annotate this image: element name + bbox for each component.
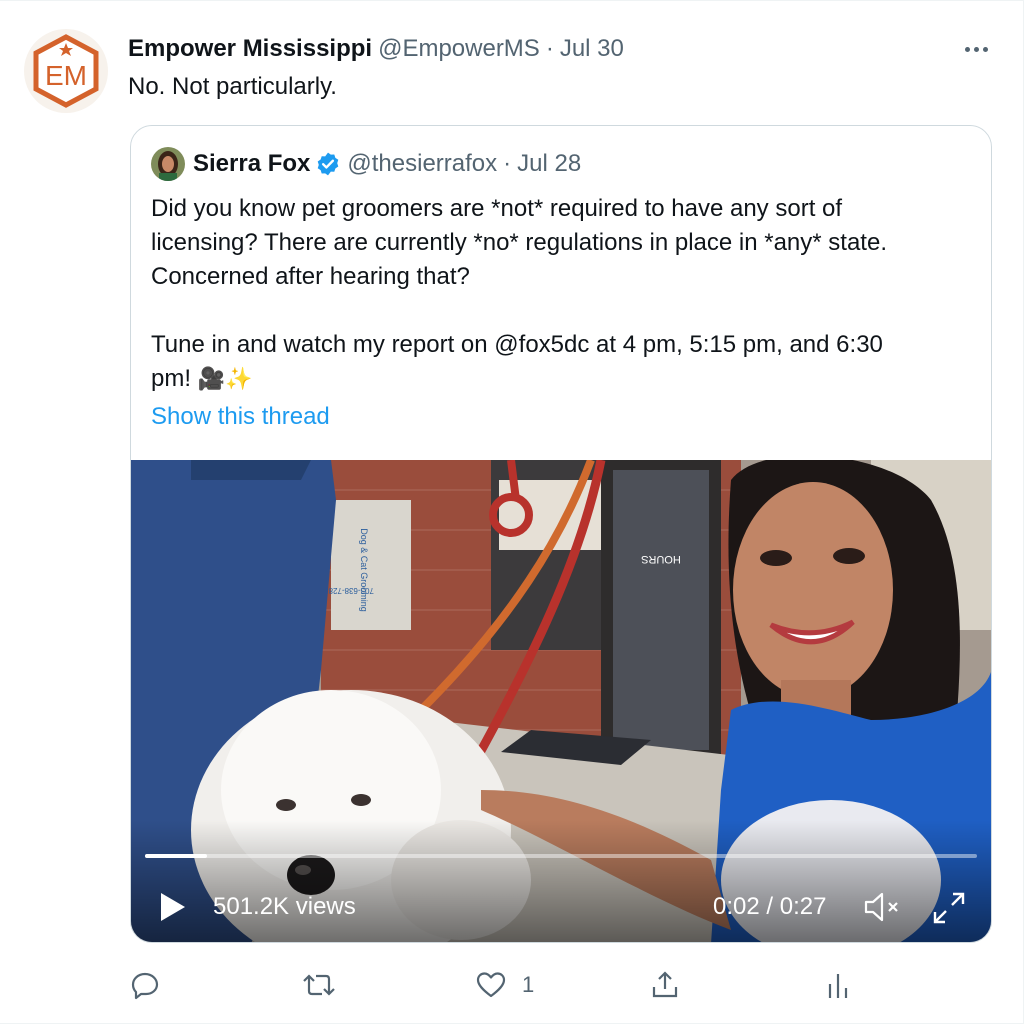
quoted-text-fragment: pm! xyxy=(151,365,192,392)
separator-dot: · xyxy=(503,150,512,177)
tweet-page: EM Empower Mississippi @EmpowerMS · Jul … xyxy=(0,0,1024,1024)
reply-icon xyxy=(131,972,159,1000)
quoted-tweet-card[interactable]: Sierra Fox @thesierrafox · Jul 28 Did yo… xyxy=(130,125,992,943)
more-options-button[interactable] xyxy=(958,35,994,63)
tweet-text: No. Not particularly. xyxy=(128,73,337,100)
quoted-author-name: Sierra Fox xyxy=(193,150,311,177)
quoted-text-line: pm! 🎥✨ xyxy=(151,362,971,396)
author-avatar[interactable]: EM xyxy=(24,29,108,113)
quoted-text-line: Concerned after hearing that? xyxy=(151,263,470,290)
fullscreen-button[interactable] xyxy=(931,890,967,926)
fullscreen-icon xyxy=(933,892,965,924)
quoted-text-line: Did you know pet groomers are *not* requ… xyxy=(151,195,843,222)
share-button[interactable] xyxy=(650,963,680,1007)
author-name[interactable]: Empower Mississippi xyxy=(128,35,372,63)
play-button[interactable] xyxy=(155,890,189,924)
video-time: 0:02 / 0:27 xyxy=(713,893,827,920)
separator-dot: · xyxy=(545,35,554,62)
quoted-text-line: licensing? There are currently *no* regu… xyxy=(151,229,887,256)
video-view-count: 501.2K views xyxy=(213,893,356,920)
more-horizontal-icon xyxy=(982,46,988,52)
volume-muted-icon xyxy=(864,892,898,922)
quoted-tweet-date: Jul 28 xyxy=(517,150,582,177)
tweet-date[interactable]: Jul 30 xyxy=(560,35,624,63)
tweet-header: Empower Mississippi @EmpowerMS · Jul 30 xyxy=(128,31,624,67)
avatar-logo-text: EM xyxy=(45,60,87,91)
window-phone-text: 703-638-7283 xyxy=(324,586,374,595)
quoted-tweet-text: Did you know pet groomers are *not* requ… xyxy=(151,192,971,396)
door-sign-text: HOURS xyxy=(641,553,681,565)
more-horizontal-icon xyxy=(973,46,979,52)
quoted-tweet-header: Sierra Fox @thesierrafox · Jul 28 xyxy=(151,146,581,182)
heart-icon xyxy=(476,972,506,998)
video-player[interactable]: HOURS Dog & Cat Grooming 703-638-7283 50… xyxy=(131,460,991,942)
like-count: 1 xyxy=(522,972,535,997)
quoted-author-handle: @thesierrafox xyxy=(347,150,498,177)
avatar-photo xyxy=(151,147,185,181)
analytics-icon xyxy=(828,974,848,998)
quoted-text-line: Tune in and watch my report on @fox5dc a… xyxy=(151,331,883,358)
share-icon xyxy=(652,971,678,998)
show-thread-link[interactable]: Show this thread xyxy=(151,400,330,434)
retweet-button[interactable] xyxy=(302,963,336,1007)
camera-sparkles-emoji: 🎥✨ xyxy=(197,366,253,391)
mute-button[interactable] xyxy=(863,890,903,924)
window-sign-text: Dog & Cat Grooming xyxy=(359,528,369,612)
author-handle[interactable]: @EmpowerMS xyxy=(378,35,540,63)
analytics-button[interactable] xyxy=(824,963,852,1007)
retweet-icon xyxy=(303,974,335,996)
play-icon xyxy=(161,893,185,921)
reply-button[interactable] xyxy=(130,963,160,1007)
empower-mississippi-logo-icon: EM xyxy=(33,34,99,108)
quoted-author-avatar xyxy=(151,147,185,181)
verified-badge-icon xyxy=(315,151,341,177)
video-progress-bar[interactable] xyxy=(145,854,977,858)
like-button[interactable]: 1 xyxy=(476,963,534,1007)
video-frame: HOURS Dog & Cat Grooming 703-638-7283 xyxy=(131,460,991,942)
more-horizontal-icon xyxy=(964,46,970,52)
video-progress-fill xyxy=(145,854,207,858)
